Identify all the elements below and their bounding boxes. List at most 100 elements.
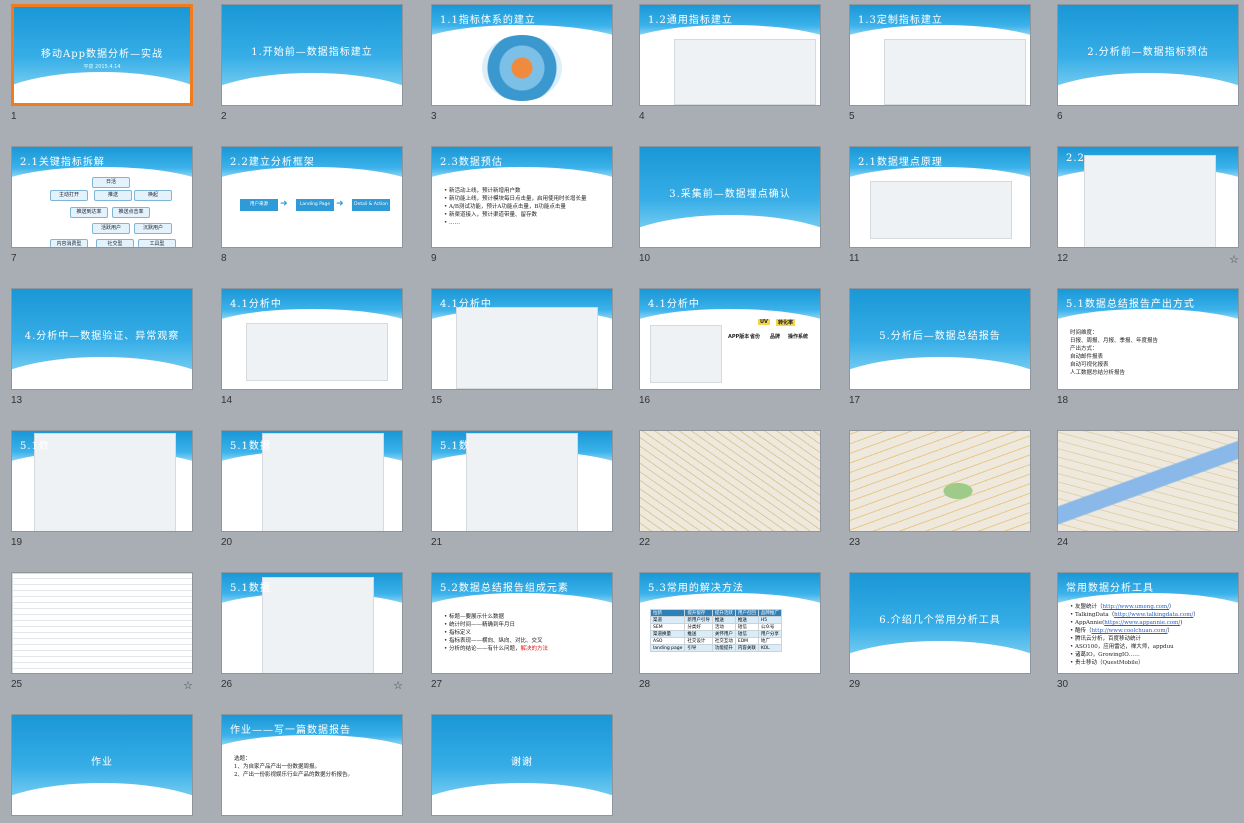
slide-thumbnail-cell[interactable]: • 标题—要展示什么数据 • 统计时间——精确到年月日 • 指标定义 • 指标表现——… bbox=[431, 572, 615, 690]
tool-line: • 贵士移动（QuestMobile） bbox=[1070, 659, 1199, 667]
slide-thumbnail[interactable]: • 新活动上线，预计新增用户数 • 新功能上线，预计模块每日点击量，启用使用时长增… bbox=[431, 146, 613, 248]
slide-title: 2.3数据预估 bbox=[440, 157, 503, 168]
slide-thumbnail[interactable]: 谢谢 bbox=[431, 714, 613, 816]
slide-thumbnail-cell[interactable]: 4.1分析中 15 bbox=[431, 288, 615, 406]
slide-thumbnail-cell[interactable]: 5.1数 21 bbox=[431, 430, 615, 548]
slide-thumbnail-cell[interactable]: 作业 bbox=[11, 714, 195, 818]
flow-step: Landing Page bbox=[296, 199, 334, 211]
slide-number: 11 bbox=[849, 253, 860, 264]
table-cell: 短信 bbox=[734, 623, 759, 631]
slide-thumbnail-cell[interactable]: 时间维度： 日报、周报、月报、季报、年度报告 产出方式： 自动邮件报表 自动可视化报表人… bbox=[1057, 288, 1241, 406]
slide-thumbnail[interactable]: 5.分析后—数据总结报告 bbox=[849, 288, 1031, 390]
slide-thumbnail-cell[interactable]: 6.介绍几个常用分析工具 29 bbox=[849, 572, 1033, 690]
slide-thumbnail-cell[interactable]: 1.3定制指标建立 5 bbox=[849, 4, 1033, 122]
slide-number: 28 bbox=[639, 679, 651, 690]
slide-thumbnail[interactable]: • 标题—要展示什么数据 • 统计时间——精确到年月日 • 指标定义 • 指标表现——… bbox=[431, 572, 613, 674]
slide-thumbnail[interactable]: 5.1数 bbox=[11, 430, 193, 532]
tool-name: • 酷传（ bbox=[1070, 628, 1092, 634]
animation-star-icon[interactable]: ☆ bbox=[1229, 253, 1239, 266]
slide-thumbnail[interactable]: 2.2 bbox=[1057, 146, 1239, 248]
slide-thumbnail[interactable]: 4.1分析中 bbox=[431, 288, 613, 390]
slide-thumbnail-cell[interactable]: 5.1数据 26 ☆ bbox=[221, 572, 405, 692]
slide-thumbnail[interactable]: 移动App数据分析—实战 平泉 2015.4.14 bbox=[11, 4, 193, 106]
slide-thumbnail[interactable]: • 友盟统计（http://www.umeng.com/） • TalkingDa… bbox=[1057, 572, 1239, 674]
table-cell: landing page bbox=[649, 644, 686, 652]
slide-thumbnail[interactable]: 作业 bbox=[11, 714, 193, 816]
slide-thumbnail-cell[interactable]: 5.1数 19 bbox=[11, 430, 195, 548]
slide-thumbnail-cell[interactable]: 5.1数据 20 bbox=[221, 430, 405, 548]
table-cell: 内容关联 bbox=[734, 644, 759, 652]
slide-thumbnail-cell[interactable]: 25 ☆ bbox=[11, 572, 195, 692]
slide-thumbnail[interactable]: 5.1数 bbox=[431, 430, 613, 532]
slide-thumbnail[interactable]: 时间维度： 日报、周报、月报、季报、年度报告 产出方式： 自动邮件报表 自动可视化报表人… bbox=[1057, 288, 1239, 390]
slide-thumbnail-cell[interactable]: • 新活动上线，预计新增用户数 • 新功能上线，预计模块每日点击量，启用使用时长增… bbox=[431, 146, 615, 264]
bullet-line: • 分析的结论——有什么问题，解决的方法 bbox=[444, 646, 549, 652]
slide-thumbnail-cell[interactable]: 4.1分析中 14 bbox=[221, 288, 405, 406]
slide-thumbnail-cell[interactable]: 3.采集前—数据埋点确认 10 bbox=[639, 146, 823, 264]
slide-thumbnail-cell[interactable]: 1.1指标体系的建立 3 bbox=[431, 4, 615, 122]
slide-thumbnail[interactable]: 3.采集前—数据埋点确认 bbox=[639, 146, 821, 248]
slide-thumbnail-cell[interactable]: 2.分析前—数据指标预估 6 bbox=[1057, 4, 1241, 122]
slide-thumbnail[interactable]: 4.1分析中 bbox=[221, 288, 403, 390]
slide-thumbnail[interactable]: 2.1数据埋点原理 bbox=[849, 146, 1031, 248]
slide-image bbox=[246, 323, 388, 381]
slide-thumbnail-cell[interactable]: 用户来源 ➜ Landing Page ➜ Detail & Action 2.2建立分析… bbox=[221, 146, 405, 264]
slide-thumbnail[interactable]: 1.开始前—数据指标建立 bbox=[221, 4, 403, 106]
slide-thumbnail[interactable]: 2.分析前—数据指标预估 bbox=[1057, 4, 1239, 106]
slide-thumbnail[interactable]: 1.2通用指标建立 bbox=[639, 4, 821, 106]
slide-thumbnail-cell[interactable]: 4.分析中—数据验证、异常观察 13 bbox=[11, 288, 195, 406]
slide-thumbnail-cell[interactable]: 选题： 1、为自家产品产出一份数据周报。 2、产出一份影视娱乐行业产品的数据分析报告… bbox=[221, 714, 405, 818]
tree-node: 推送点击率 bbox=[112, 207, 150, 218]
tool-name: • AppAnnie( bbox=[1070, 620, 1105, 626]
slide-thumbnail[interactable]: 用户来源 ➜ Landing Page ➜ Detail & Action 2.2建立分析… bbox=[221, 146, 403, 248]
slide-thumbnail[interactable] bbox=[1057, 430, 1239, 532]
slide-thumbnail[interactable] bbox=[639, 430, 821, 532]
table-cell: 用户召回 bbox=[734, 609, 759, 617]
slide-thumbnail-cell[interactable]: 日活 主动打开 推送 唤起 推送到达率 推送点击率 活跃用户 沉默用户 内容消费型 社交型 工具型 2… bbox=[11, 146, 195, 264]
slide-thumbnail-cell[interactable]: 2.1数据埋点原理 11 bbox=[849, 146, 1033, 264]
slide-title: 1.1指标体系的建立 bbox=[440, 15, 536, 26]
table-cell: 拉新 bbox=[649, 609, 686, 617]
slide-number: 12 bbox=[1057, 253, 1069, 264]
slide-thumbnail-cell[interactable]: 移动App数据分析—实战 平泉 2015.4.14 1 bbox=[11, 4, 195, 122]
tool-link[interactable]: http://www.talkingdata.com/ bbox=[1114, 612, 1193, 618]
animation-star-icon[interactable]: ☆ bbox=[183, 679, 193, 692]
slide-thumbnail-cell[interactable]: • 友盟统计（http://www.umeng.com/） • TalkingDa… bbox=[1057, 572, 1241, 690]
animation-star-icon[interactable]: ☆ bbox=[393, 679, 403, 692]
slide-thumbnail-cell[interactable]: 1.开始前—数据指标建立 2 bbox=[221, 4, 405, 122]
slide-thumbnail-cell[interactable]: 24 bbox=[1057, 430, 1241, 548]
slide-title: 5.3常用的解决方法 bbox=[648, 583, 744, 594]
slide-thumbnail[interactable]: 5.1数据 bbox=[221, 430, 403, 532]
slide-thumbnail[interactable]: 选题： 1、为自家产品产出一份数据周报。 2、产出一份影视娱乐行业产品的数据分析报告… bbox=[221, 714, 403, 816]
slide-thumbnail-cell[interactable]: 谢谢 bbox=[431, 714, 615, 818]
slide-thumbnail[interactable]: 6.介绍几个常用分析工具 bbox=[849, 572, 1031, 674]
slide-thumbnail[interactable]: 5.1数据 bbox=[221, 572, 403, 674]
table-cell: 品牌推广 bbox=[757, 609, 782, 617]
tool-link[interactable]: https://www.appannie.com/ bbox=[1104, 620, 1180, 626]
slide-thumbnail[interactable]: 日活 主动打开 推送 唤起 推送到达率 推送点击率 活跃用户 沉默用户 内容消费型 社交型 工具型 2… bbox=[11, 146, 193, 248]
table-cell: 引导 bbox=[684, 644, 713, 652]
slide-title: 6.介绍几个常用分析工具 bbox=[879, 615, 1001, 626]
slide-number: 20 bbox=[221, 537, 233, 548]
slide-body: • 友盟统计（http://www.umeng.com/） • TalkingDa… bbox=[1070, 603, 1199, 667]
slide-thumbnail-cell[interactable]: 2.2 12 ☆ bbox=[1057, 146, 1241, 266]
slide-thumbnail-cell[interactable]: 22 bbox=[639, 430, 823, 548]
slide-thumbnail[interactable]: 1.3定制指标建立 bbox=[849, 4, 1031, 106]
slide-thumbnail[interactable] bbox=[11, 572, 193, 674]
slide-thumbnail-cell[interactable]: 拉新 提升留存 提升活跃 用户召回 品牌推广 渠道 新用户引导 推送 推送 H5 SEM 分类好 活动短… bbox=[639, 572, 823, 690]
slide-thumbnail-cell[interactable]: 1.2通用指标建立 4 bbox=[639, 4, 823, 122]
tool-link[interactable]: http://www.umeng.com/ bbox=[1103, 604, 1170, 610]
arrow-icon: ➜ bbox=[280, 199, 288, 209]
slide-thumbnail-cell[interactable]: UV 转化率 APP版本 省份 品牌 操作系统 4.1分析中 16 bbox=[639, 288, 823, 406]
tool-link[interactable]: http://www.coolchuan.com/ bbox=[1092, 628, 1168, 634]
table-cell: 用户分享 bbox=[757, 630, 782, 638]
slide-thumbnail-cell[interactable]: 5.分析后—数据总结报告 17 bbox=[849, 288, 1033, 406]
slide-thumbnail[interactable]: 拉新 提升留存 提升活跃 用户召回 品牌推广 渠道 新用户引导 推送 推送 H5 SEM 分类好 活动短… bbox=[639, 572, 821, 674]
table-cell: 地广 bbox=[757, 637, 782, 645]
slide-thumbnail-cell[interactable]: 23 bbox=[849, 430, 1033, 548]
slide-thumbnail[interactable]: 4.分析中—数据验证、异常观察 bbox=[11, 288, 193, 390]
map-image bbox=[1058, 431, 1238, 531]
slide-thumbnail[interactable]: 1.1指标体系的建立 bbox=[431, 4, 613, 106]
slide-thumbnail[interactable]: UV 转化率 APP版本 省份 品牌 操作系统 4.1分析中 bbox=[639, 288, 821, 390]
slide-thumbnail[interactable] bbox=[849, 430, 1031, 532]
